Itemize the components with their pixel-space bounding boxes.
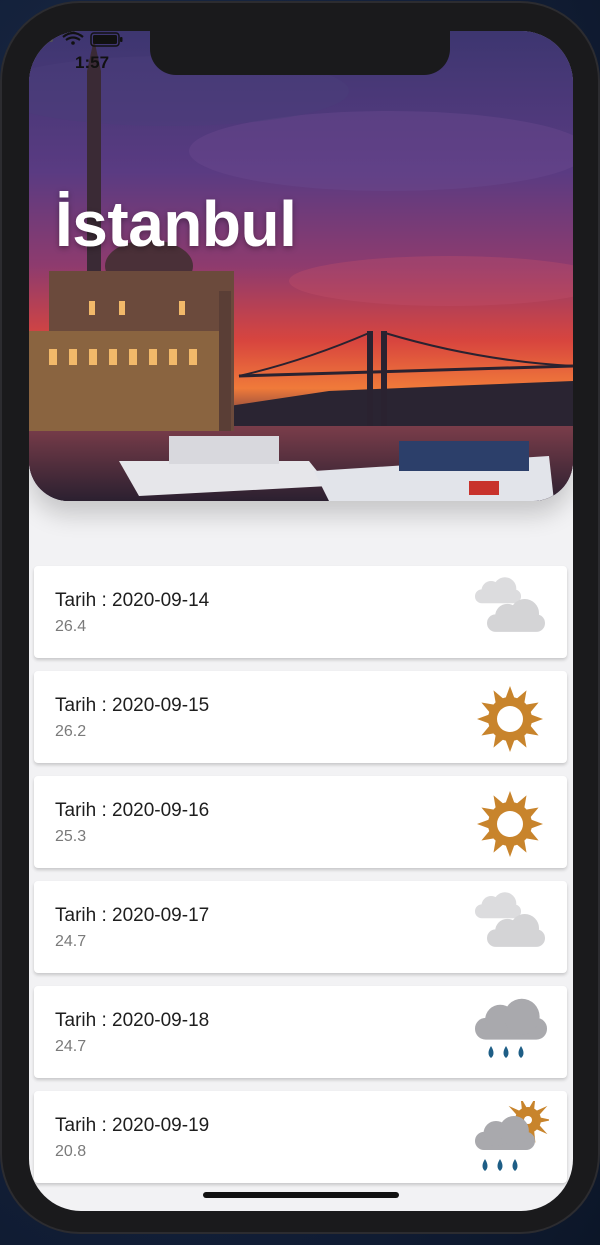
forecast-temp: 26.4 xyxy=(55,618,87,635)
forecast-date: Tarih : 2020-09-19 xyxy=(55,1115,210,1136)
device-notch xyxy=(150,31,450,75)
wifi-icon xyxy=(62,31,84,45)
forecast-date: Tarih : 2020-09-16 xyxy=(55,800,210,821)
forecast-card[interactable]: Tarih : 2020-09-15 26.2 xyxy=(34,671,567,763)
forecast-card[interactable]: Tarih : 2020-09-18 24.7 xyxy=(34,986,567,1078)
forecast-temp: 26.2 xyxy=(55,723,87,740)
status-icons xyxy=(31,31,123,47)
istanbul-photo xyxy=(29,31,573,501)
forecast-temp: 24.7 xyxy=(55,933,87,950)
forecast-date: Tarih : 2020-09-15 xyxy=(55,695,210,716)
forecast-card[interactable]: Tarih : 2020-09-17 24.7 xyxy=(34,881,567,973)
phone-frame: İstanbul 1:57 Tarih : 2020-09-14 26.4 Ta… xyxy=(2,3,598,1232)
forecast-date: Tarih : 2020-09-14 xyxy=(55,590,210,611)
cloudy-icon xyxy=(475,577,545,632)
forecast-card[interactable]: Tarih : 2020-09-16 25.3 xyxy=(34,776,567,868)
forecast-date: Tarih : 2020-09-17 xyxy=(55,905,210,926)
city-title: İstanbul xyxy=(55,188,297,260)
battery-icon xyxy=(90,32,123,47)
signal-icon xyxy=(31,38,53,42)
status-time: 1:57 xyxy=(75,53,110,72)
cloudy-icon xyxy=(475,892,545,947)
forecast-temp: 20.8 xyxy=(55,1143,87,1160)
app-screen: İstanbul 1:57 Tarih : 2020-09-14 26.4 Ta… xyxy=(29,31,573,1211)
forecast-temp: 24.7 xyxy=(55,1038,87,1055)
forecast-temp: 25.3 xyxy=(55,828,87,845)
sunny-icon xyxy=(477,791,543,857)
forecast-list: Tarih : 2020-09-14 26.4 Tarih : 2020-09-… xyxy=(34,566,567,1196)
rain-icon xyxy=(475,998,547,1058)
sunny-icon xyxy=(477,686,543,752)
city-header: İstanbul 1:57 xyxy=(29,31,573,501)
forecast-date: Tarih : 2020-09-18 xyxy=(55,1010,210,1031)
forecast-card[interactable]: Tarih : 2020-09-19 20.8 xyxy=(34,1091,567,1183)
partly-sunny-rain-icon xyxy=(475,1101,549,1171)
forecast-card[interactable]: Tarih : 2020-09-14 26.4 xyxy=(34,566,567,658)
home-indicator[interactable] xyxy=(203,1192,399,1198)
